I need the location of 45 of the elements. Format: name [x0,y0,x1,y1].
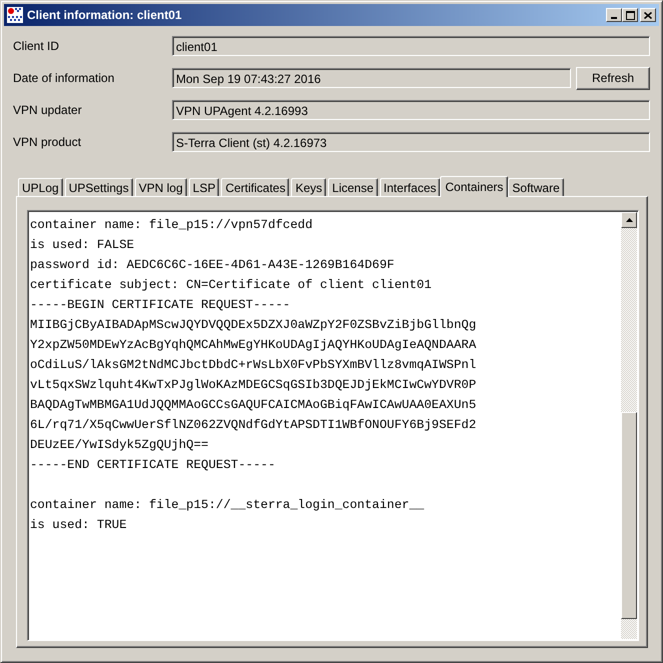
text-field[interactable]: S-Terra Client (st) 4.2.16973 [172,132,650,152]
window-title: Client information: client01 [27,8,183,22]
up-arrow-icon [626,218,632,222]
text-line: -----END CERTIFICATE REQUEST----- [30,457,276,474]
text-line: password id: AEDC6C6C-16EE-4D61-A43E-1269B164D69F [30,257,394,274]
field-label: VPN product [13,135,82,149]
minimize-button[interactable] [606,8,622,22]
tab[interactable]: VPN log [134,178,187,196]
text-line: certificate subject: CN=Certificate of client client01 [30,277,432,294]
tab[interactable]: Keys [291,178,326,196]
tab[interactable]: UPLog [18,178,63,196]
text-field[interactable]: Mon Sep 19 07:43:27 2016 [172,68,571,88]
text-line: is used: TRUE [30,517,127,534]
text-line: is used: FALSE [30,237,134,254]
tab[interactable]: LSP [188,178,220,196]
tab[interactable]: UPSettings [64,178,133,196]
tab[interactable]: Software [508,178,564,196]
text-line: DEUzEE/YwISdyk5ZgQUjhQ== [30,437,208,454]
text-field[interactable]: VPN UPAgent 4.2.16993 [172,100,650,120]
text-line: -----BEGIN CERTIFICATE REQUEST----- [30,297,290,314]
tab[interactable]: Certificates [221,178,290,196]
field-label: Client ID [13,39,60,53]
scrollbar[interactable] [621,212,637,639]
scroll-up-button[interactable] [621,212,637,228]
text-line: container name: file_p15://__sterra_login_container__ [30,497,424,514]
text-line: container name: file_p15://vpn57dfcedd [30,217,313,234]
tab[interactable]: Containers [440,176,508,197]
maximize-icon [626,10,634,20]
app-icon [7,7,23,23]
field-label: Date of information [13,71,116,85]
close-icon [644,12,652,18]
text-line: oCdiLuS/lAksGM2tNdMCJbctDbdC+rWsLbX0FvPbSYXmBVllz8vmqAIWSPnl [30,357,476,374]
refresh-button[interactable]: Refresh [576,66,650,90]
text-field[interactable]: client01 [172,36,650,56]
text-line: vLt5qxSWzlquht4KwTxPJglWoKAzMDEGCSqGSIb3DQEJDjEkMCIwCwYDVR0P [30,377,476,394]
maximize-button[interactable] [622,8,638,22]
text-line: Y2xpZW50MDEwYzAcBgYqhQMCAhMwEgYHKoUDAgIjAQYHKoUDAgIeAQNDAARA [30,337,476,354]
close-button[interactable] [640,8,656,22]
text-line: BAQDAgTwMBMGA1UdJQQMMAoGCCsGAQUFCAICMAoGBiqFAwICAwUAA0EAXUn5 [30,397,476,414]
tab[interactable]: Interfaces [380,178,440,196]
scroll-thumb[interactable] [621,412,637,619]
text-line: MIIBGjCByAIBADApMScwJQYDVQQDEx5DZXJ0aWZpY2F0ZSBvZiBjbGllbnQg [30,317,476,334]
text-line: 6L/rq71/X5qCwwUerSflNZ062ZVQNdfGdYtAPSDTI1WBfONOUFY6Bj9SEFd2 [30,417,476,434]
tab[interactable]: License [328,178,378,196]
field-label: VPN updater [13,103,83,117]
